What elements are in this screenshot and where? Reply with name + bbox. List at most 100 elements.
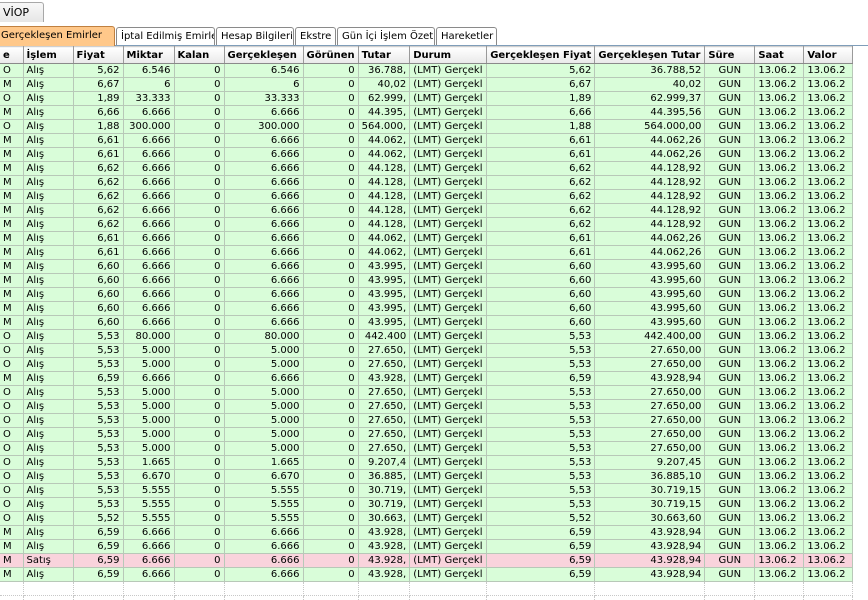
table-row[interactable]: M Alış 6,59 6.666 0 6.666 0 43.928, (LMT) Gerçek… xyxy=(0,525,854,540)
col-kalan-cell: 0 xyxy=(174,441,225,456)
col-sure-cell: GUN xyxy=(704,413,756,428)
table-row[interactable]: O Alış 5,53 5.000 0 5.000 0 27.650, (LMT) Gerçek… xyxy=(0,357,854,372)
table-row[interactable]: M Alış 6,59 6.666 0 6.666 0 43.928, (LMT) Gerçek… xyxy=(0,539,854,554)
table-row[interactable]: O Alış 5,53 5.000 0 5.000 0 27.650, (LMT) Gerçek… xyxy=(0,399,854,414)
table-row[interactable]: O Alış 5,53 5.000 0 5.000 0 27.650, (LMT) Gerçek… xyxy=(0,427,854,442)
col-durum-cell: (LMT) Gerçekl xyxy=(409,189,488,204)
col-gerceklesen-fiyat-header[interactable]: Gerçekleşen Fiyat xyxy=(486,46,596,64)
col-gerceklesen-header[interactable]: Gerçekleşen xyxy=(224,46,304,64)
col-fiyat-cell: 6,60 xyxy=(73,315,124,330)
col-islem-cell: Alış xyxy=(23,497,74,512)
col-sure-cell: GUN xyxy=(704,497,756,512)
col-gerceklesen-cell: 6.666 xyxy=(224,301,304,316)
col-valor-header[interactable]: Valor xyxy=(803,46,854,64)
table-row[interactable]: O Alış 5,53 5.000 0 5.000 0 27.650, (LMT) Gerçek… xyxy=(0,413,854,428)
col-durum-header[interactable]: Durum xyxy=(409,46,488,64)
col-gorunen-cell: 0 xyxy=(303,63,359,78)
col-valor-cell: 13.06.2 xyxy=(803,245,854,260)
col-islem-cell: Alış xyxy=(23,147,74,162)
col-saat-cell: 13.06.2 xyxy=(754,413,805,428)
col-type-cell: M xyxy=(0,567,24,582)
table-row[interactable]: M Alış 6,61 6.666 0 6.666 0 44.062, (LMT) Gerçek… xyxy=(0,231,854,246)
col-gorunen-cell: 0 xyxy=(303,329,359,344)
table-row[interactable]: M Alış 6,59 6.666 0 6.666 0 43.928, (LMT) Gerçek… xyxy=(0,371,854,386)
col-sure-cell: GUN xyxy=(704,133,756,148)
table-row[interactable]: M Satış 6,59 6.666 0 6.666 0 43.928, (LMT) Gerçe… xyxy=(0,553,854,568)
col-saat-header[interactable]: Saat xyxy=(754,46,805,64)
col-type-cell: O xyxy=(0,497,24,512)
tab-hesap-bilgileri[interactable]: Hesap Bilgileri xyxy=(216,27,294,45)
col-gerceklesen-cell: 80.000 xyxy=(224,329,304,344)
tab-gun-ici-islem-ozeti[interactable]: Gün İçi İşlem Özeti xyxy=(337,27,435,45)
col-miktar-cell: 6.546 xyxy=(123,63,175,78)
table-row[interactable]: O Alış 5,53 5.555 0 5.555 0 30.719, (LMT) Gerçek… xyxy=(0,483,854,498)
col-kalan-cell: 0 xyxy=(174,301,225,316)
table-row[interactable]: O Alış 5,53 6.670 0 6.670 0 36.885, (LMT) Gerçek… xyxy=(0,469,854,484)
table-row[interactable]: M Alış 6,60 6.666 0 6.666 0 43.995, (LMT) Gerçek… xyxy=(0,301,854,316)
col-miktar-cell: 6.666 xyxy=(123,525,175,540)
table-row[interactable]: M Alış 6,61 6.666 0 6.666 0 44.062, (LMT) Gerçek… xyxy=(0,147,854,162)
col-gerceklesen-cell: 5.000 xyxy=(224,343,304,358)
table-row[interactable]: O Alış 5,53 5.000 0 5.000 0 27.650, (LMT) Gerçek… xyxy=(0,441,854,456)
table-row[interactable]: O Alış 5,53 5.000 0 5.000 0 27.650, (LMT) Gerçek… xyxy=(0,385,854,400)
tab-hareketler[interactable]: Hareketler xyxy=(436,27,497,45)
table-row[interactable]: M Alış 6,62 6.666 0 6.666 0 44.128, (LMT) Gerçek… xyxy=(0,161,854,176)
col-gorunen-cell: 0 xyxy=(303,77,359,92)
col-islem-cell: Alış xyxy=(23,119,74,134)
table-row[interactable]: O Alış 1,88 300.000 0 300.000 0 564.000, (LMT) G… xyxy=(0,119,854,134)
col-type-header[interactable]: e xyxy=(0,46,24,64)
col-saat-cell: 13.06.2 xyxy=(754,427,805,442)
viop-tab[interactable]: VİOP xyxy=(0,2,44,22)
table-row[interactable]: M Alış 6,66 6.666 0 6.666 0 44.395, (LMT) Gerçek… xyxy=(0,105,854,120)
tab-ekstre[interactable]: Ekstre xyxy=(295,27,336,45)
col-type-cell: O xyxy=(0,343,24,358)
col-kalan-cell: 0 xyxy=(174,553,225,568)
table-row[interactable]: M Alış 6,60 6.666 0 6.666 0 43.995, (LMT) Gerçek… xyxy=(0,315,854,330)
col-gorunen-header[interactable]: Görünen xyxy=(303,46,359,64)
table-row[interactable]: M Alış 6,62 6.666 0 6.666 0 44.128, (LMT) Gerçek… xyxy=(0,217,854,232)
table-row[interactable]: O Alış 5,53 1.665 0 1.665 0 9.207,4 (LMT) Gerçek… xyxy=(0,455,854,470)
table-row[interactable]: M Alış 6,60 6.666 0 6.666 0 43.995, (LMT) Gerçek… xyxy=(0,259,854,274)
col-miktar-cell: 6.666 xyxy=(123,287,175,302)
table-row[interactable]: M Alış 6,67 6 0 6 0 40,02 (LMT) Gerçekl 6,67 40,02… xyxy=(0,77,854,92)
col-fiyat-header[interactable]: Fiyat xyxy=(73,46,124,64)
table-row[interactable]: O Alış 5,53 5.000 0 5.000 0 27.650, (LMT) Gerçek… xyxy=(0,343,854,358)
table-row[interactable]: M Alış 6,60 6.666 0 6.666 0 43.995, (LMT) Gerçek… xyxy=(0,287,854,302)
col-tutar-header[interactable]: Tutar xyxy=(358,46,411,64)
table-row[interactable]: M Alış 6,62 6.666 0 6.666 0 44.128, (LMT) Gerçek… xyxy=(0,203,854,218)
col-sure-header[interactable]: Süre xyxy=(704,46,756,64)
table-row[interactable]: M Alış 6,59 6.666 0 6.666 0 43.928, (LMT) Gerçek… xyxy=(0,567,854,582)
table-row[interactable]: O Alış 5,52 5.555 0 5.555 0 30.663, (LMT) Gerçek… xyxy=(0,511,854,526)
table-row[interactable]: M Alış 6,61 6.666 0 6.666 0 44.062, (LMT) Gerçek… xyxy=(0,133,854,148)
table-row[interactable]: M Alış 6,61 6.666 0 6.666 0 44.062, (LMT) Gerçek… xyxy=(0,245,854,260)
table-row[interactable]: O Alış 5,53 5.555 0 5.555 0 30.719, (LMT) Gerçek… xyxy=(0,497,854,512)
table-row[interactable]: M Alış 6,62 6.666 0 6.666 0 44.128, (LMT) Gerçek… xyxy=(0,189,854,204)
col-fiyat-cell: 6,61 xyxy=(73,147,124,162)
tab-iptal-edilmis-emirler[interactable]: İptal Edilmiş Emirler xyxy=(116,27,215,45)
col-islem-cell: Alış xyxy=(23,427,74,442)
orders-grid[interactable]: e İşlem Fiyat Miktar Kalan Gerçekleşen Görünen… xyxy=(0,46,868,600)
col-miktar-header[interactable]: Miktar xyxy=(123,46,175,64)
table-row[interactable]: M Alış 6,60 6.666 0 6.666 0 43.995, (LMT) Gerçek… xyxy=(0,273,854,288)
table-row[interactable]: O Alış 5,62 6.546 0 6.546 0 36.788, (LMT) Gerçek… xyxy=(0,63,854,78)
col-gorunen-cell: 0 xyxy=(303,343,359,358)
col-saat-cell: 13.06.2 xyxy=(754,77,805,92)
table-row[interactable]: M Alış 6,62 6.666 0 6.666 0 44.128, (LMT) Gerçek… xyxy=(0,175,854,190)
table-row[interactable]: O Alış 5,53 80.000 0 80.000 0 442.400 (LMT) Gerç… xyxy=(0,329,854,344)
col-type-cell: M xyxy=(0,371,24,386)
col-tutar-cell: 27.650, xyxy=(358,385,411,400)
col-durum-cell: (LMT) Gerçekl xyxy=(409,217,488,232)
col-durum-cell: (LMT) Gerçekl xyxy=(409,483,488,498)
col-kalan-cell: 0 xyxy=(174,175,225,190)
col-valor-cell: 13.06.2 xyxy=(803,231,854,246)
empty-cell xyxy=(594,595,706,600)
tab-gerceklesen-emirler[interactable]: Gerçekleşen Emirler xyxy=(0,26,115,46)
col-fiyat-cell: 6,62 xyxy=(73,203,124,218)
col-saat-cell: 13.06.2 xyxy=(754,455,805,470)
col-kalan-header[interactable]: Kalan xyxy=(174,46,225,64)
table-row[interactable]: O Alış 1,89 33.333 0 33.333 0 62.999, (LMT) Gerç… xyxy=(0,91,854,106)
col-islem-cell: Alış xyxy=(23,511,74,526)
col-islem-header[interactable]: İşlem xyxy=(23,46,74,64)
col-islem-cell: Alış xyxy=(23,63,74,78)
col-gerceklesen-tutar-header[interactable]: Gerçekleşen Tutar xyxy=(594,46,706,64)
